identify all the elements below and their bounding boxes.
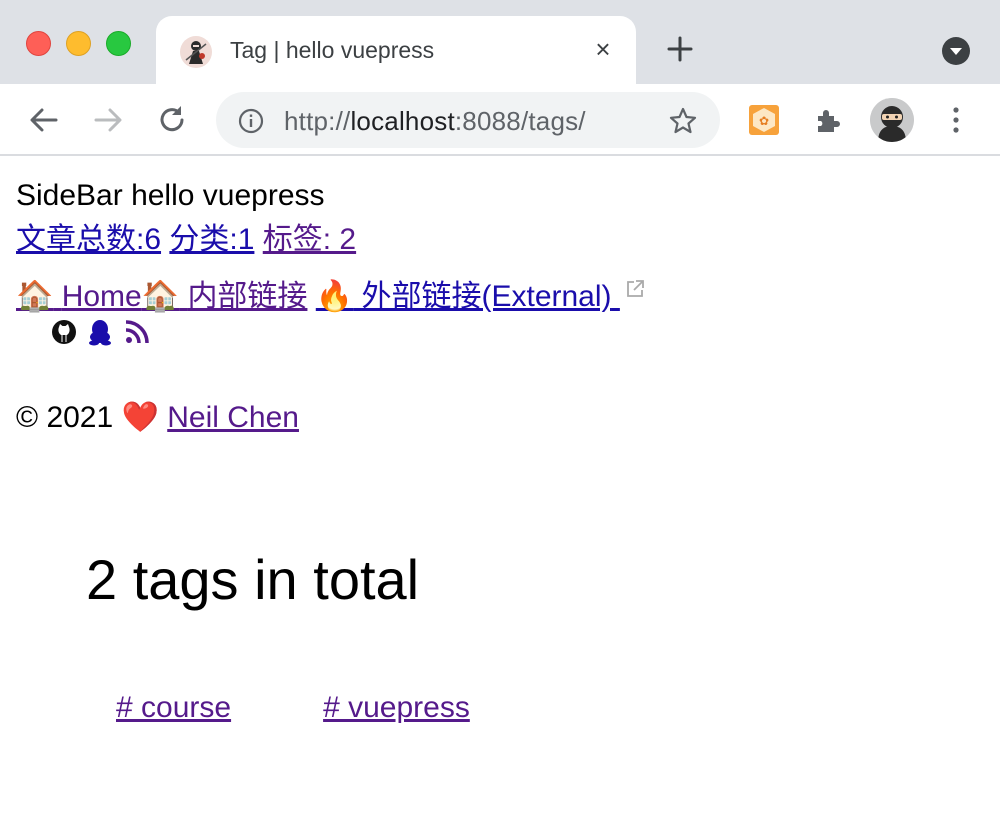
tag-link-vuepress[interactable]: # vuepress bbox=[323, 691, 470, 724]
nav-internal-link[interactable]: 🏠 内部链接 bbox=[142, 280, 308, 313]
nav-links: 🏠 Home🏠 内部链接 🔥 外部链接(External) bbox=[16, 272, 646, 316]
svg-text:✿: ✿ bbox=[759, 114, 769, 128]
forward-arrow-icon[interactable] bbox=[90, 102, 126, 138]
profile-avatar[interactable] bbox=[870, 98, 914, 142]
social-links bbox=[50, 318, 155, 346]
external-link-icon bbox=[624, 272, 646, 297]
close-tab-icon[interactable]: × bbox=[588, 34, 618, 64]
rss-icon[interactable] bbox=[123, 318, 153, 346]
category-count-link[interactable]: 分类:1 bbox=[169, 223, 254, 256]
heart-icon: ❤️ bbox=[121, 401, 159, 434]
url-scheme: http:// bbox=[284, 106, 351, 136]
url-path: :8088/tags/ bbox=[454, 106, 586, 136]
bookmark-star-icon[interactable] bbox=[668, 106, 698, 136]
tab-title: Tag | hello vuepress bbox=[230, 37, 435, 63]
github-icon[interactable] bbox=[50, 318, 80, 346]
nav-internal-label: 内部链接 bbox=[187, 280, 308, 313]
close-window-button[interactable] bbox=[26, 31, 51, 56]
author-link[interactable]: Neil Chen bbox=[167, 401, 299, 434]
reload-icon[interactable] bbox=[154, 102, 190, 138]
nav-external-label: 外部链接(External) bbox=[361, 280, 612, 313]
address-bar[interactable]: http://localhost:8088/tags/ bbox=[216, 92, 720, 148]
browser-window: Tag | hello vuepress × http://localhost:… bbox=[0, 0, 1000, 820]
house-emoji-icon: 🏠 bbox=[16, 280, 54, 313]
extension-orange-icon[interactable]: ✿ bbox=[748, 104, 780, 136]
site-title: SideBar hello vuepress bbox=[16, 179, 325, 212]
fire-emoji-icon: 🔥 bbox=[315, 280, 354, 313]
copyright-text: © 2021 bbox=[16, 401, 114, 434]
site-info-icon[interactable] bbox=[238, 108, 264, 134]
blog-stats: 文章总数:6 分类:1 标签: 2 bbox=[16, 222, 356, 258]
maximize-window-button[interactable] bbox=[106, 31, 131, 56]
page-content: SideBar hello vuepress 文章总数:6 分类:1 标签: 2… bbox=[0, 156, 1000, 820]
tab-search-dropdown-icon[interactable] bbox=[942, 37, 970, 65]
footer: © 2021 ❤️ Neil Chen bbox=[16, 400, 299, 436]
minimize-window-button[interactable] bbox=[66, 31, 91, 56]
url-text: http://localhost:8088/tags/ bbox=[284, 106, 586, 136]
active-tab[interactable]: Tag | hello vuepress × bbox=[156, 16, 636, 84]
tag-count-link[interactable]: 标签: 2 bbox=[263, 223, 356, 256]
browser-toolbar: http://localhost:8088/tags/ ✿ bbox=[0, 84, 1000, 156]
new-tab-plus-icon[interactable] bbox=[664, 33, 696, 65]
browser-menu-kebab-icon[interactable] bbox=[944, 104, 968, 136]
nav-home-link[interactable]: 🏠 Home bbox=[16, 280, 142, 313]
article-count-link[interactable]: 文章总数:6 bbox=[16, 223, 161, 256]
nav-external-link[interactable]: 🔥 外部链接(External) bbox=[316, 280, 620, 313]
tag-link-course[interactable]: # course bbox=[116, 691, 231, 724]
nav-home-label: Home bbox=[61, 280, 142, 313]
tag-list: # course # vuepress bbox=[116, 690, 562, 726]
qq-icon[interactable] bbox=[86, 318, 116, 346]
ninja-favicon-icon bbox=[180, 36, 212, 68]
house-emoji-icon: 🏠 bbox=[141, 280, 180, 313]
back-arrow-icon[interactable] bbox=[26, 102, 62, 138]
tags-total-heading: 2 tags in total bbox=[86, 548, 420, 611]
url-host: localhost bbox=[350, 106, 455, 136]
extensions-puzzle-icon[interactable] bbox=[812, 104, 844, 136]
tab-strip: Tag | hello vuepress × bbox=[0, 0, 1000, 84]
